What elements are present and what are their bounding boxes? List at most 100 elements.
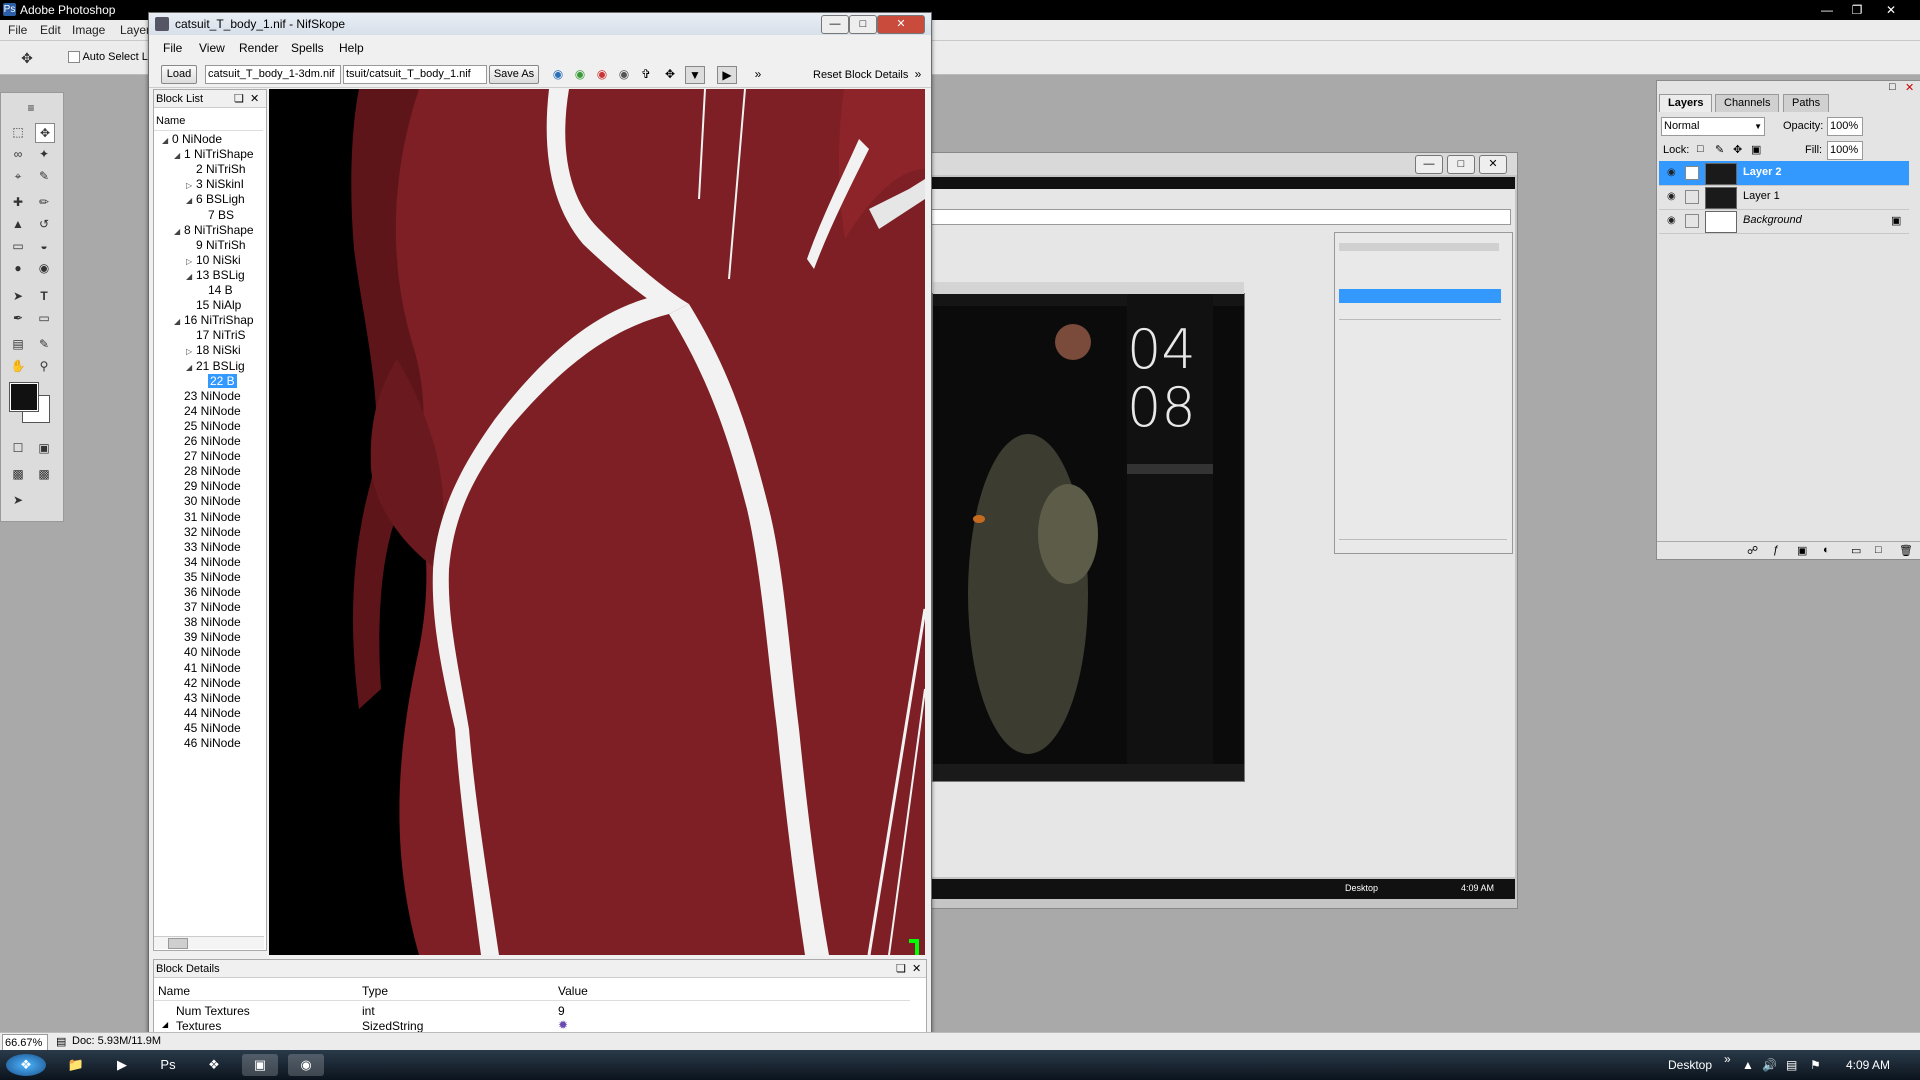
auto-select-checkbox[interactable] — [68, 51, 80, 64]
expanded-arrow-icon[interactable]: ◢ — [174, 314, 184, 328]
dodge-tool-icon[interactable]: ◉ — [35, 259, 53, 277]
block-tree-row[interactable]: 23 NiNode — [174, 389, 241, 404]
new-layer-icon[interactable]: □ — [1875, 544, 1882, 556]
block-tree-row[interactable]: 7 BS — [198, 208, 234, 223]
block-tree-row[interactable]: 25 NiNode — [174, 419, 241, 434]
block-tree-row[interactable]: 45 NiNode — [174, 721, 241, 736]
app-taskbar-icon[interactable]: ◉ — [288, 1054, 324, 1076]
path-selection-icon[interactable]: ➤ — [9, 287, 27, 305]
block-tree-row[interactable]: 17 NiTriS — [186, 328, 246, 343]
layer-link-toggle[interactable] — [1685, 166, 1699, 180]
block-tree-row[interactable]: 38 NiNode — [174, 615, 241, 630]
collapsed-arrow-icon[interactable]: ▷ — [186, 254, 196, 268]
play-icon[interactable]: ▶ — [717, 66, 737, 84]
block-tree-row[interactable]: 22 B — [198, 373, 237, 389]
collapsed-arrow-icon[interactable]: ▷ — [186, 178, 196, 192]
trash-icon[interactable]: 🗑 — [1899, 544, 1913, 557]
full-screen-mode-icon[interactable]: ▩ — [35, 465, 53, 483]
toolbar-overflow-icon[interactable]: » — [749, 66, 767, 82]
block-tree-row[interactable]: ▷ 18 NiSki — [186, 343, 241, 358]
history-brush-icon[interactable]: ↺ — [35, 215, 53, 233]
block-list-hscrollbar[interactable] — [154, 936, 264, 949]
taskbar-clock[interactable]: 4:09 AM — [1846, 1058, 1890, 1072]
save-path-field[interactable]: tsuit/catsuit_T_body_1.nif — [343, 65, 487, 84]
block-tree-row[interactable]: 33 NiNode — [174, 540, 241, 555]
block-tree-row[interactable]: 34 NiNode — [174, 555, 241, 570]
flip-icon[interactable]: ✥ — [661, 66, 679, 82]
detail-row-name-2[interactable]: Textures — [176, 1019, 221, 1033]
blur-tool-icon[interactable]: ● — [9, 259, 27, 277]
reset-block-details-button[interactable]: Reset Block Details — [813, 69, 908, 81]
hscroll-thumb[interactable] — [168, 938, 188, 949]
eye-icon[interactable]: ◉ — [1667, 192, 1679, 202]
block-tree-row[interactable]: ◢ 0 NiNode — [162, 132, 222, 147]
expanded-arrow-icon[interactable]: ◢ — [186, 193, 196, 207]
foreground-color-swatch[interactable] — [9, 382, 39, 412]
new-group-icon[interactable]: ▭ — [1851, 544, 1861, 557]
standard-mode-icon[interactable]: ☐ — [9, 439, 27, 457]
slice-tool-icon[interactable]: ✎ — [35, 167, 53, 185]
menu-edit[interactable]: Edit — [40, 23, 61, 37]
block-tree-row[interactable]: 32 NiNode — [174, 525, 241, 540]
block-tree-row[interactable]: 15 NiAlp — [186, 298, 241, 313]
block-tree-row[interactable]: 14 B — [198, 283, 233, 298]
details-col-type[interactable]: Type — [362, 984, 388, 998]
fill-field[interactable]: 100% — [1827, 141, 1863, 160]
block-tree-row[interactable]: ▷ 3 NiSkinI — [186, 177, 244, 192]
walk-icon[interactable]: ✞ — [637, 66, 655, 82]
media-player-taskbar-icon[interactable]: ▶ — [104, 1054, 140, 1076]
start-button[interactable]: ❖ — [6, 1054, 46, 1076]
nif-menu-spells[interactable]: Spells — [291, 41, 324, 55]
block-tree-row[interactable]: ◢ 13 BSLig — [186, 268, 245, 283]
block-tree-row[interactable]: ◢ 1 NiTriShape — [174, 147, 254, 162]
crop-tool-icon[interactable]: ⌖ — [9, 167, 27, 185]
name-column-header[interactable]: Name — [154, 112, 263, 131]
block-tree-row[interactable]: 24 NiNode — [174, 404, 241, 419]
eye-icon[interactable]: ◉ — [1667, 216, 1679, 226]
menu-file[interactable]: File — [8, 23, 27, 37]
nifskope-taskbar-icon[interactable]: ▣ — [242, 1054, 278, 1076]
brush-tool-icon[interactable]: ✏ — [35, 193, 53, 211]
block-tree-row[interactable]: 41 NiNode — [174, 661, 241, 676]
block-tree-row[interactable]: 42 NiNode — [174, 676, 241, 691]
move-tool-icon-2[interactable]: ✥ — [35, 123, 55, 143]
eyedropper-icon[interactable]: ✎ — [35, 335, 53, 353]
detail-row-value[interactable]: 9 — [558, 1004, 565, 1018]
expanded-arrow-icon[interactable]: ◢ — [186, 360, 196, 374]
block-tree-row[interactable]: 28 NiNode — [174, 464, 241, 479]
block-tree-row[interactable]: 40 NiNode — [174, 645, 241, 660]
minimize-icon[interactable]: — — [1816, 2, 1838, 18]
blend-mode-select[interactable]: Normal ▼ — [1661, 117, 1765, 136]
restore-icon[interactable]: ❐ — [1846, 2, 1868, 18]
tab-layers[interactable]: Layers — [1659, 94, 1713, 112]
expanded-arrow-icon[interactable]: ◢ — [174, 148, 184, 162]
details-col-name[interactable]: Name — [158, 984, 190, 998]
nif-menu-file[interactable]: File — [163, 41, 182, 55]
paint-bucket-icon[interactable]: ◒ — [35, 237, 53, 255]
healing-brush-icon[interactable]: ✚ — [9, 193, 27, 211]
block-tree-row[interactable]: 44 NiNode — [174, 706, 241, 721]
jump-to-imageready-icon[interactable]: ➤ — [9, 491, 27, 509]
save-as-button[interactable]: Save As — [489, 65, 539, 84]
block-tree-row[interactable]: 36 NiNode — [174, 585, 241, 600]
explorer-taskbar-icon[interactable]: 📁 — [58, 1054, 94, 1076]
layer-mask-icon[interactable]: ▣ — [1797, 544, 1807, 557]
magic-wand-icon[interactable]: ✦ — [35, 145, 53, 163]
block-tree-row[interactable]: ◢ 21 BSLig — [186, 359, 245, 374]
nif-close-icon[interactable]: ✕ — [877, 15, 925, 34]
layer-name[interactable]: Layer 2 — [1743, 166, 1782, 178]
detail-row-name[interactable]: Num Textures — [176, 1004, 250, 1018]
load-path-field[interactable]: catsuit_T_body_1-3dm.nif — [205, 65, 341, 84]
tray-arrow-icon[interactable]: ▲ — [1742, 1058, 1754, 1072]
close-panel-icon[interactable]: ✕ — [250, 90, 259, 108]
layer-link-toggle[interactable] — [1685, 190, 1699, 204]
block-tree-row[interactable]: 37 NiNode — [174, 600, 241, 615]
block-tree-row[interactable]: ▷ 10 NiSki — [186, 253, 241, 268]
collapsed-arrow-icon[interactable]: ▷ — [186, 344, 196, 358]
toolbar-overflow-icon-3[interactable]: » — [1724, 1052, 1731, 1066]
layer-name[interactable]: Background — [1743, 214, 1802, 226]
pen-tool-icon[interactable]: ✒ — [9, 309, 27, 327]
lock-position-icon[interactable]: ✥ — [1733, 143, 1742, 156]
view-top-icon[interactable]: ◉ — [549, 66, 567, 82]
load-button[interactable]: Load — [161, 65, 197, 84]
